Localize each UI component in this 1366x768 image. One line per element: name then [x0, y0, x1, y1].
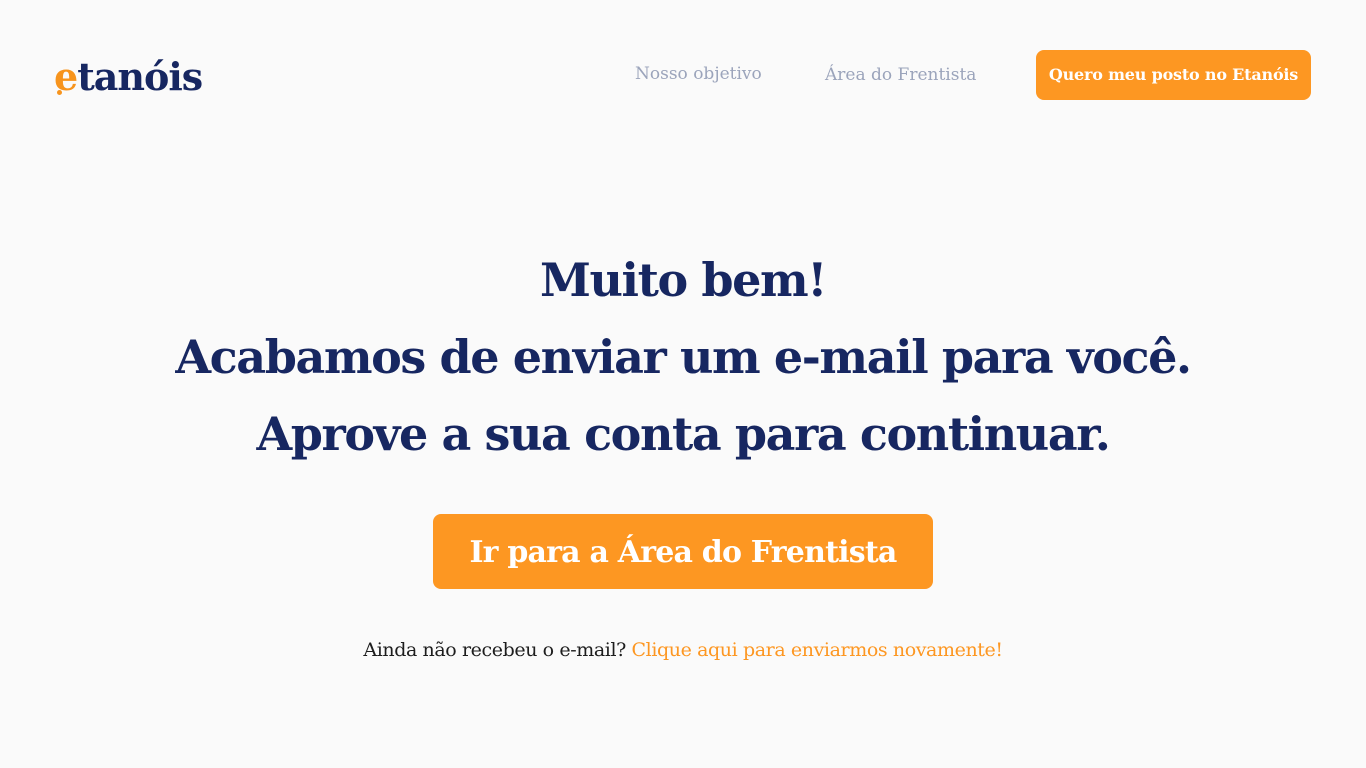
- site-header: etanóis Nosso objetivo Área do Frentista…: [0, 0, 1366, 150]
- quero-meu-posto-button[interactable]: Quero meu posto no Etanóis: [1036, 50, 1311, 100]
- etanois-logo[interactable]: etanóis: [54, 54, 203, 100]
- confirmation-message: Muito bem! Acabamos de enviar um e-mail …: [0, 242, 1366, 473]
- logo-e-letter: e: [54, 54, 78, 99]
- hero-approve-text: Aprove a sua conta para continuar.: [256, 407, 1111, 461]
- nav-link-nosso-objetivo[interactable]: Nosso objetivo: [635, 62, 762, 86]
- nav-link-area-do-frentista[interactable]: Área do Frentista: [825, 63, 976, 87]
- resend-email-row: Ainda não recebeu o e-mail? Clique aqui …: [0, 636, 1366, 664]
- logo-text: tanóis: [77, 54, 203, 99]
- resend-question: Ainda não recebeu o e-mail?: [363, 639, 632, 661]
- go-to-frentista-area-button[interactable]: Ir para a Área do Frentista: [433, 514, 933, 589]
- hero-email-sent-text: Acabamos de enviar um e-mail para você.: [175, 330, 1192, 384]
- hero-title: Muito bem!: [539, 253, 827, 307]
- resend-email-link[interactable]: Clique aqui para enviarmos novamente!: [632, 639, 1003, 661]
